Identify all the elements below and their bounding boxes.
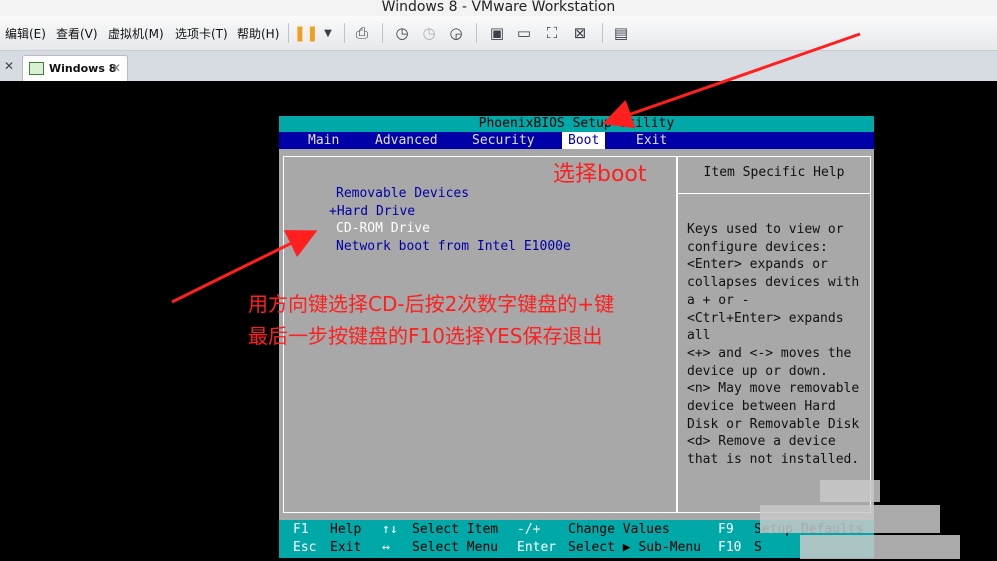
annotation-arrows xyxy=(171,32,861,304)
arrow-to-boot-tab xyxy=(602,32,861,129)
annotation-line-2: 最后一步按键盘的F10选择YES保存退出 xyxy=(248,324,603,348)
annotation-line-1: 用方向键选择CD-后按2次数字键盘的+键 xyxy=(248,292,615,316)
annotation-select-boot: 选择boot xyxy=(553,162,647,187)
